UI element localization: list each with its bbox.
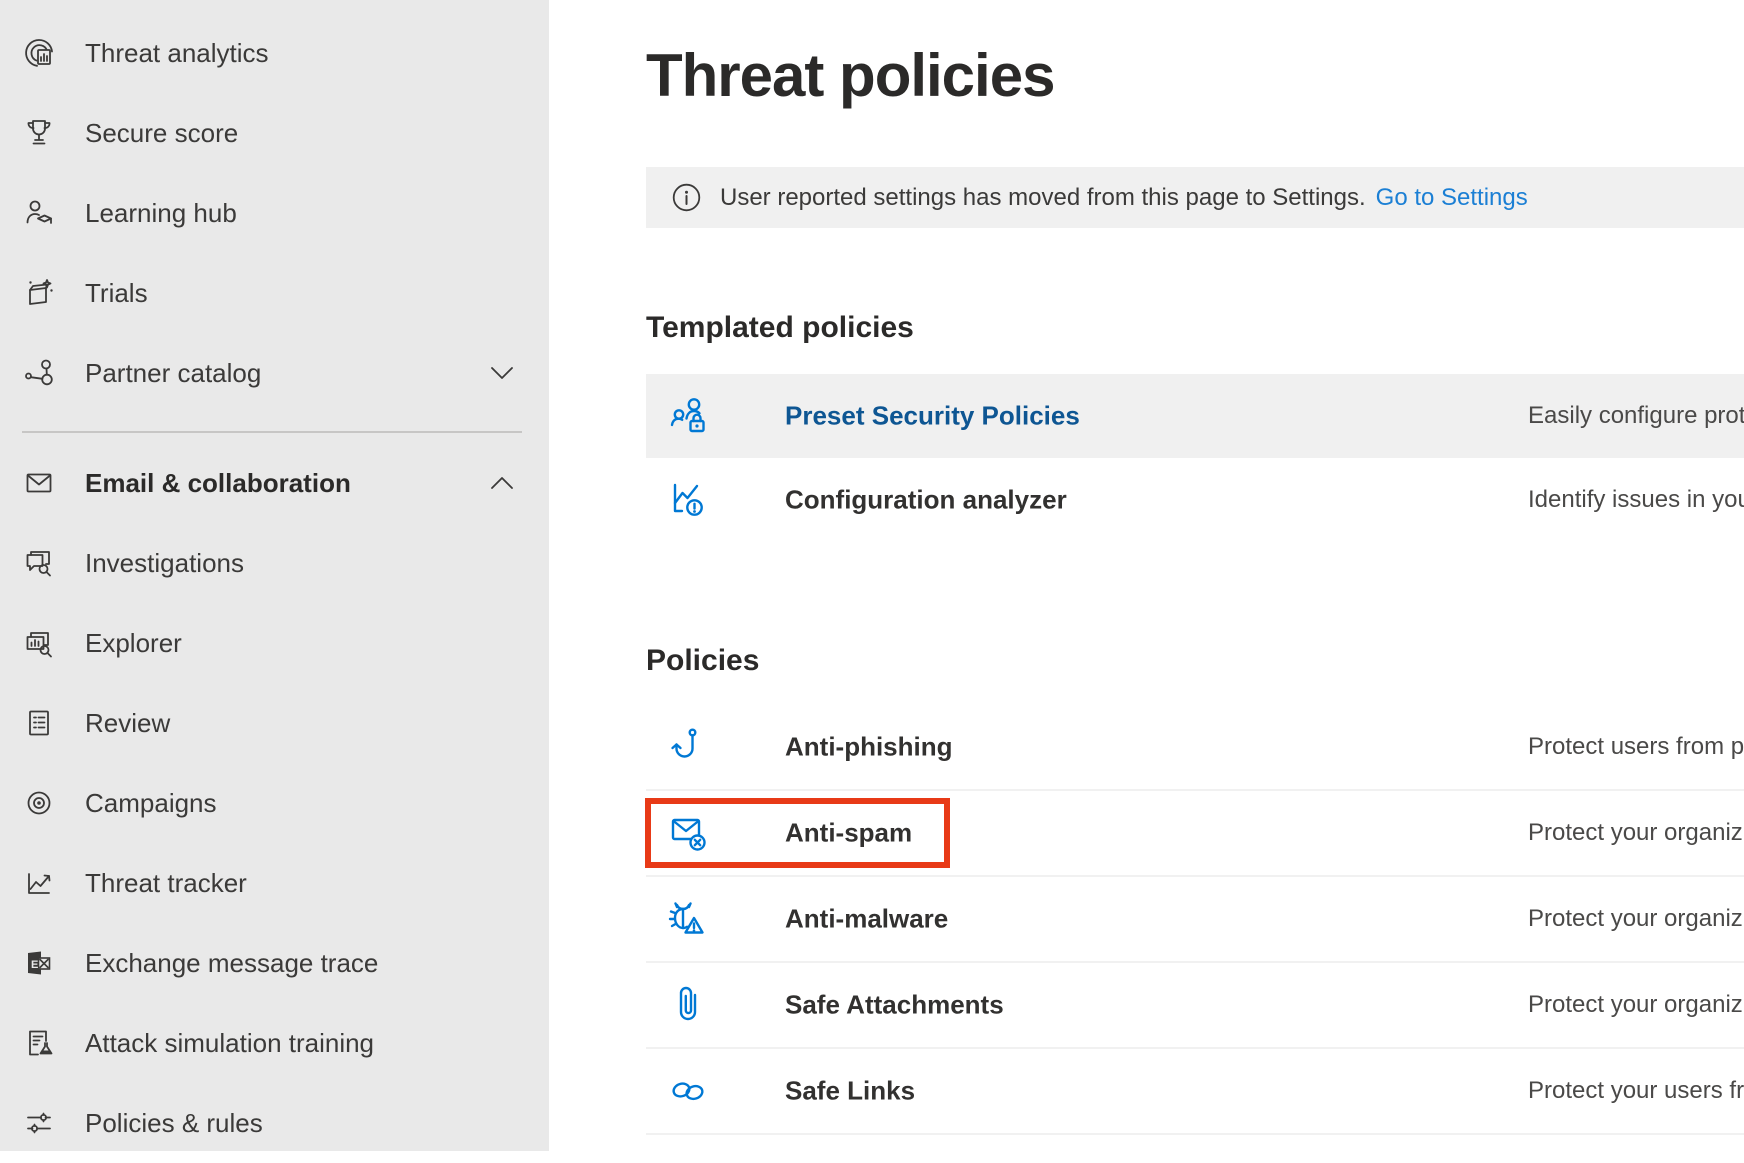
attack-simulation-icon [21,1025,57,1061]
row-description: Protect your users fr [1528,1077,1744,1105]
sidebar-item-threat-tracker[interactable]: Threat tracker [0,843,549,923]
preset-security-policies-icon [666,393,712,439]
sidebar-item-secure-score[interactable]: Secure score [0,93,549,173]
row-label: Safe Links [785,1076,915,1107]
row-description: Protect your organiz [1528,905,1744,933]
sidebar-item-label: Secure score [85,118,238,149]
sidebar-item-email-collaboration[interactable]: Email & collaboration [0,443,549,523]
sidebar-item-label: Explorer [85,628,182,659]
anti-spam-icon [666,810,712,856]
sidebar-item-label: Threat analytics [85,38,269,69]
sidebar-item-label: Trials [85,278,148,309]
policies-list: Anti-phishing Protect users from p Anti-… [646,705,1744,1135]
explorer-icon [21,625,57,661]
review-icon [21,705,57,741]
configuration-analyzer-icon [666,477,712,523]
row-label: Anti-phishing [785,732,953,763]
sidebar-item-attack-simulation-training[interactable]: Attack simulation training [0,1003,549,1083]
sidebar-item-label: Learning hub [85,198,237,229]
anti-malware-icon [666,896,712,942]
row-label: Configuration analyzer [785,485,1067,516]
sidebar-item-label: Policies & rules [85,1108,263,1139]
templated-policies-list: Preset Security Policies Easily configur… [646,374,1744,542]
svg-text:E: E [31,959,38,971]
sidebar-item-campaigns[interactable]: Campaigns [0,763,549,843]
row-anti-phishing[interactable]: Anti-phishing Protect users from p [646,705,1744,791]
row-configuration-analyzer[interactable]: Configuration analyzer Identify issues i… [646,458,1744,542]
row-preset-security-policies[interactable]: Preset Security Policies Easily configur… [646,374,1744,458]
row-safe-links[interactable]: Safe Links Protect your users fr [646,1049,1744,1135]
sidebar-item-label: Attack simulation training [85,1028,374,1059]
exchange-icon: E [21,945,57,981]
sidebar-item-partner-catalog[interactable]: Partner catalog [0,333,549,413]
row-description: Protect your organiz [1528,991,1744,1019]
threat-tracker-icon [21,865,57,901]
trophy-icon [21,115,57,151]
info-banner: User reported settings has moved from th… [646,167,1744,228]
campaigns-icon [21,785,57,821]
row-label: Anti-spam [785,818,912,849]
sidebar: Threat analytics Secure score Learning h… [0,0,549,1151]
sidebar-item-label: Review [85,708,170,739]
sidebar-item-learning-hub[interactable]: Learning hub [0,173,549,253]
row-safe-attachments[interactable]: Safe Attachments Protect your organiz [646,963,1744,1049]
sidebar-item-label: Campaigns [85,788,217,819]
row-label: Anti-malware [785,904,948,935]
sidebar-item-threat-analytics[interactable]: Threat analytics [0,13,549,93]
sidebar-item-label: Threat tracker [85,868,247,899]
row-description: Identify issues in you [1528,486,1744,514]
anti-phishing-icon [666,724,712,770]
row-description: Protect users from p [1528,733,1744,761]
row-description: Protect your organiz [1528,819,1744,847]
go-to-settings-link[interactable]: Go to Settings [1376,184,1528,212]
sidebar-item-policies-rules[interactable]: Policies & rules [0,1083,549,1163]
chevron-up-icon[interactable] [491,477,513,489]
mail-icon [21,465,57,501]
sidebar-divider [22,431,522,433]
investigations-icon [21,545,57,581]
page-title: Threat policies [646,44,1054,108]
row-description: Easily configure prot [1528,402,1744,430]
policies-heading: Policies [646,644,759,678]
main-content: Threat policies User reported settings h… [549,0,1744,1151]
banner-text: User reported settings has moved from th… [720,184,1366,212]
templated-policies-heading: Templated policies [646,311,914,345]
row-label: Safe Attachments [785,990,1004,1021]
safe-links-icon [666,1068,712,1114]
policies-rules-icon [21,1105,57,1141]
chevron-down-icon[interactable] [491,367,513,379]
row-anti-spam[interactable]: Anti-spam Protect your organiz [646,791,1744,877]
sidebar-item-label: Exchange message trace [85,948,378,979]
sidebar-item-label: Partner catalog [85,358,261,389]
sidebar-item-label: Email & collaboration [85,468,351,499]
sidebar-item-label: Investigations [85,548,244,579]
sidebar-item-investigations[interactable]: Investigations [0,523,549,603]
partner-catalog-icon [21,355,57,391]
safe-attachments-icon [666,982,712,1028]
sidebar-item-trials[interactable]: Trials [0,253,549,333]
trials-icon [21,275,57,311]
sidebar-item-review[interactable]: Review [0,683,549,763]
row-anti-malware[interactable]: Anti-malware Protect your organiz [646,877,1744,963]
info-icon [672,183,701,212]
learning-hub-icon [21,195,57,231]
sidebar-item-exchange-message-trace[interactable]: E Exchange message trace [0,923,549,1003]
row-label: Preset Security Policies [785,401,1080,432]
sidebar-item-explorer[interactable]: Explorer [0,603,549,683]
threat-analytics-icon [21,35,57,71]
